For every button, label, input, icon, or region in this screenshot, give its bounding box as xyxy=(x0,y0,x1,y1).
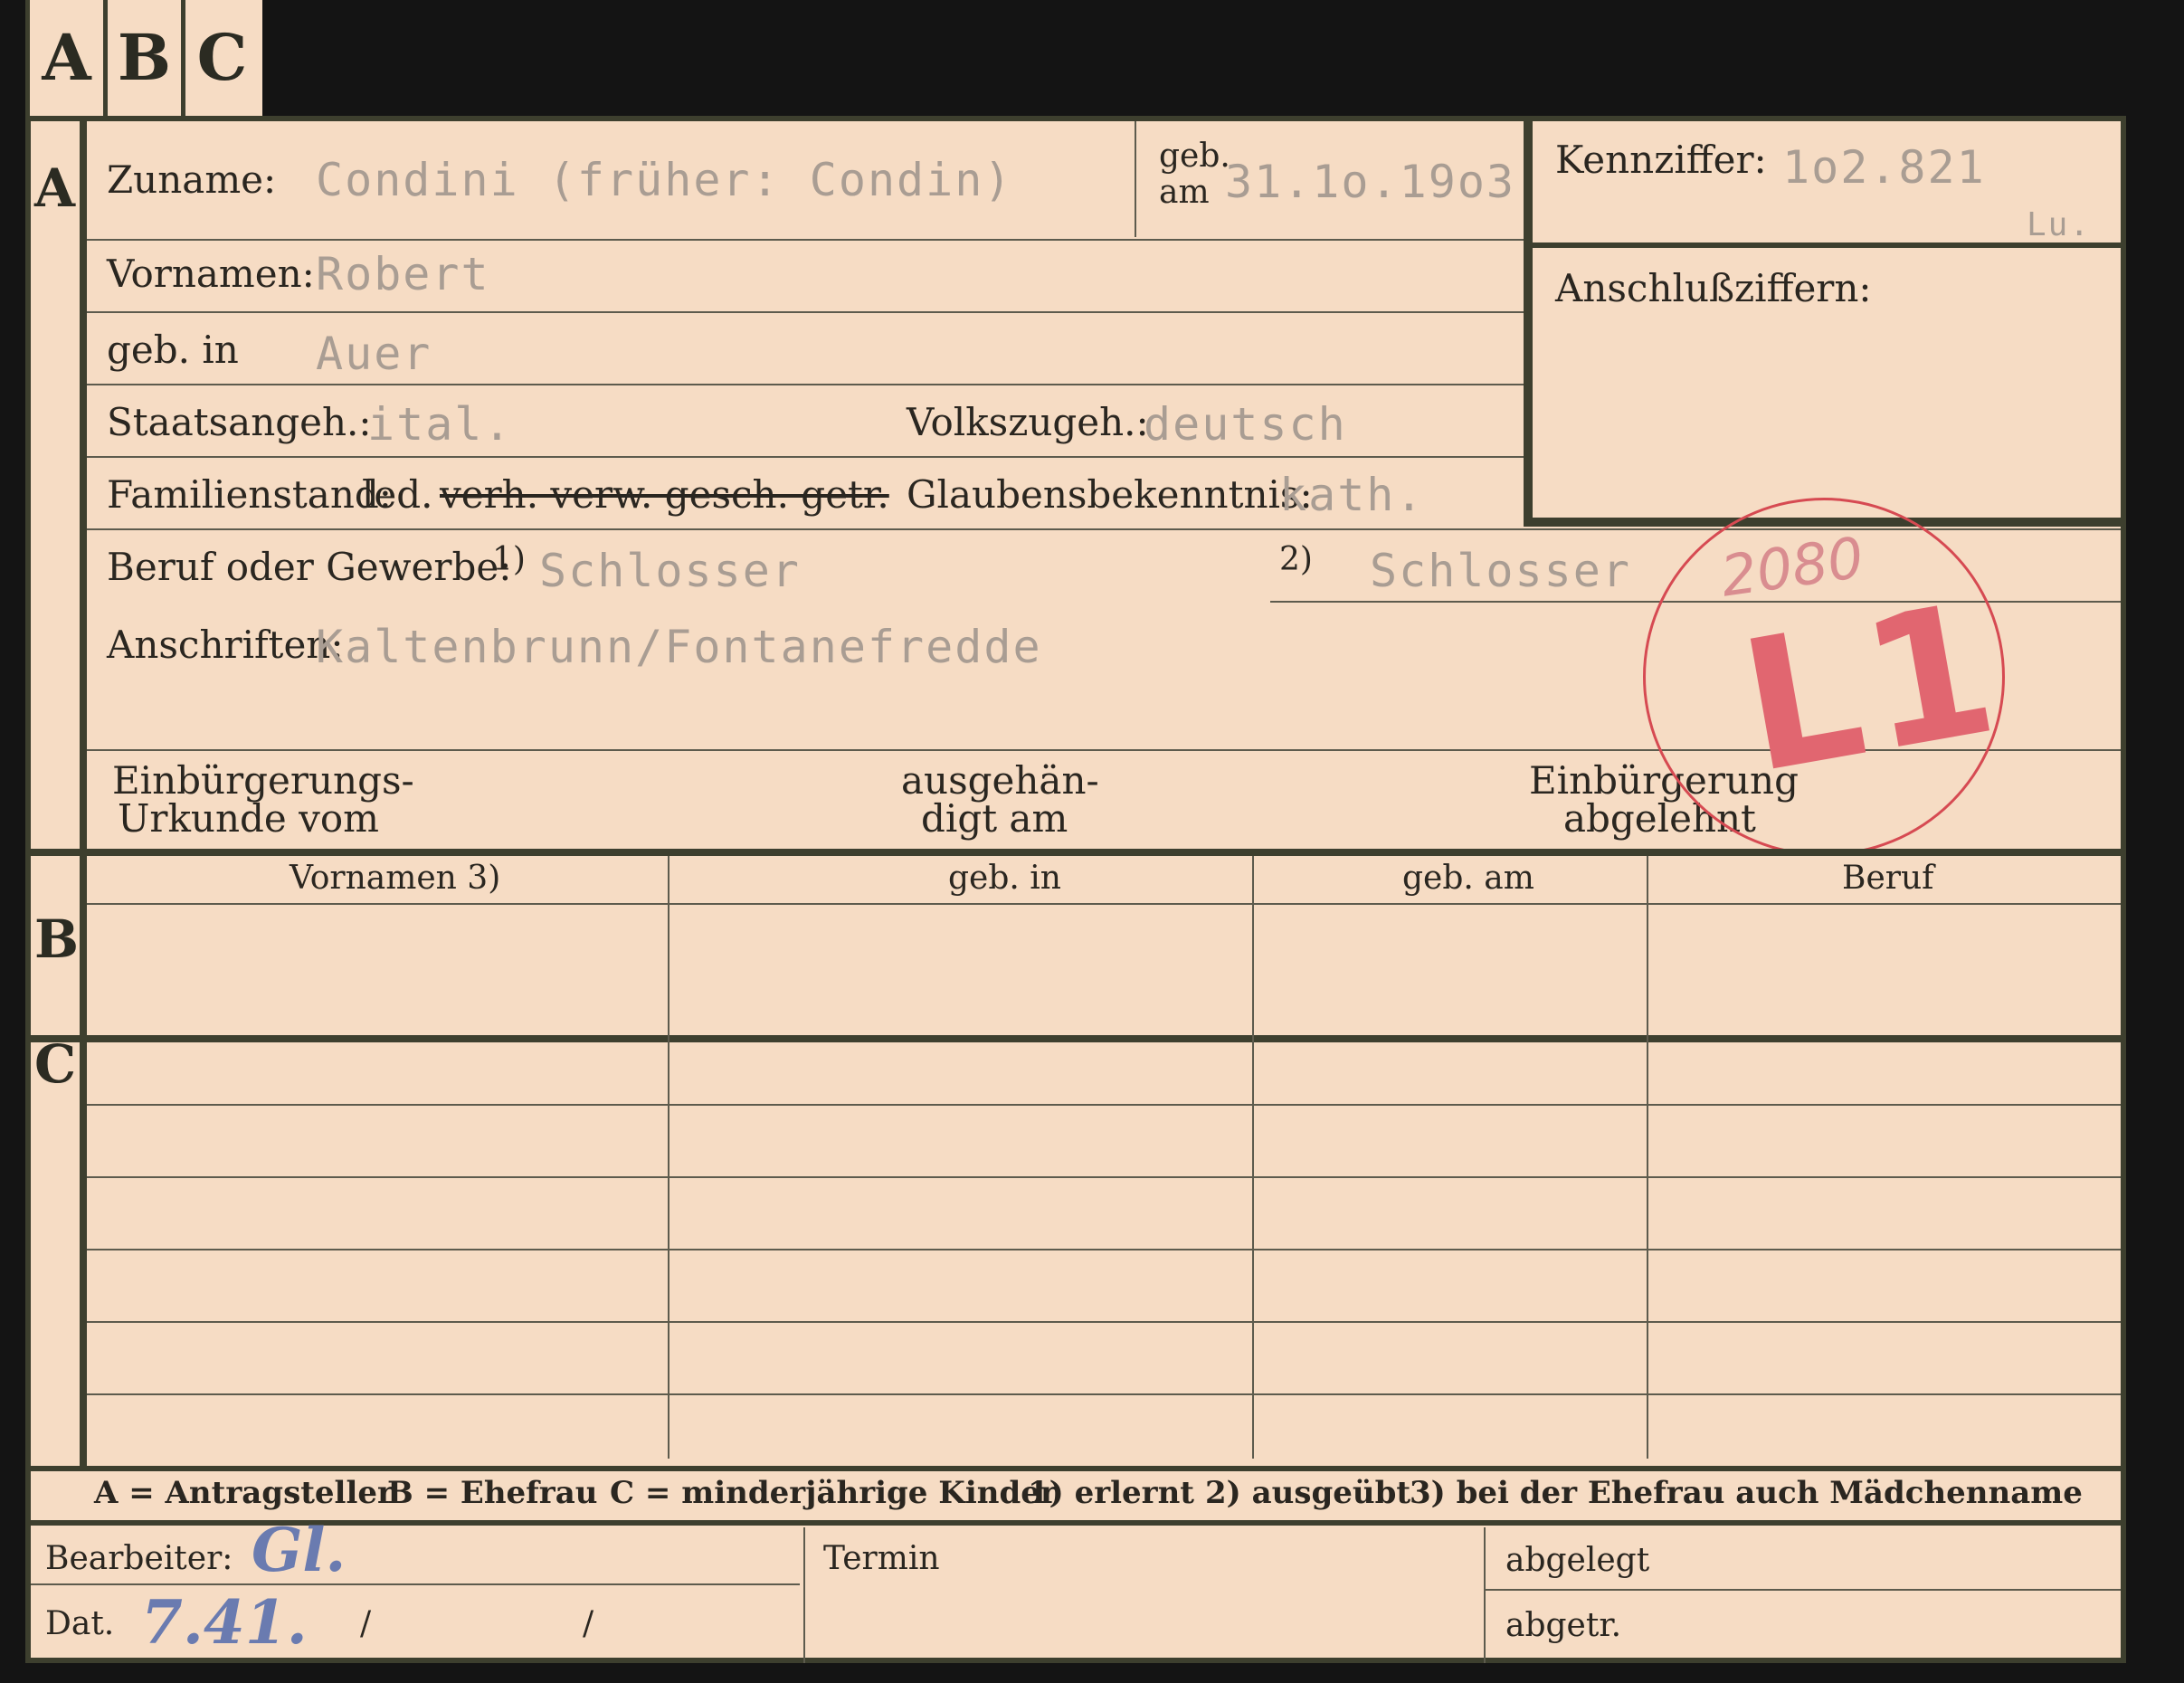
family-status-selected: led. xyxy=(362,472,433,517)
section-b-top xyxy=(31,849,2121,856)
col-divider-3 xyxy=(1647,856,1648,1459)
anschluss-label: Anschlußziffern: xyxy=(1555,266,1872,310)
legend-a: A = Antragsteller xyxy=(94,1475,394,1511)
legend-top xyxy=(31,1466,2121,1471)
legend-n2: 2) ausgeübt xyxy=(1205,1475,1411,1511)
kennziffer-label: Kennziffer: xyxy=(1555,138,1767,182)
section-letter-c: C xyxy=(34,1033,77,1095)
c-row-line-4 xyxy=(87,1321,2121,1323)
c-row-line-1 xyxy=(87,1104,2121,1106)
occupation-label: Beruf oder Gewerbe: xyxy=(107,545,512,589)
addresses-value[interactable]: Kaltenbrunn/Fontanefredde xyxy=(316,621,1042,673)
header-line xyxy=(87,903,2121,905)
filed-divider xyxy=(1484,1527,1486,1663)
occupation-mark-1: 1) xyxy=(492,541,526,578)
section-c-top xyxy=(31,1035,2121,1042)
c-row-line-2 xyxy=(87,1176,2121,1178)
stamp-code: L1 xyxy=(1727,562,2017,814)
first-names-value[interactable]: Robert xyxy=(316,248,490,300)
section-letter-b: B xyxy=(34,908,80,970)
row-line-3 xyxy=(87,384,1524,385)
family-status-struck: verh. verw. gesch. getr. xyxy=(440,472,889,517)
family-status-label: Familienstand: xyxy=(107,472,392,517)
header-born-on: geb. am xyxy=(1402,860,1534,897)
surname-label: Zuname: xyxy=(107,157,277,202)
row-line-4 xyxy=(87,456,1524,458)
citizenship-value[interactable]: ital. xyxy=(367,398,513,451)
occupation-value-2[interactable]: Schlosser xyxy=(1370,545,1631,597)
tab-a[interactable]: A xyxy=(25,0,103,116)
surname-value[interactable]: Condini (früher: Condin) xyxy=(316,154,1012,206)
col-divider-2 xyxy=(1252,856,1254,1459)
born-on-label-1: geb. xyxy=(1159,138,1230,175)
kennziffer-value[interactable]: 1o2.821 xyxy=(1782,141,1986,194)
born-in-value[interactable]: Auer xyxy=(316,328,432,380)
occupation-mark-2: 2) xyxy=(1279,541,1313,578)
registration-card: A B C Kennziffer: 1o2.821 Lu. Anschlußzi… xyxy=(25,116,2126,1663)
naturalization-cert-2: Urkunde vom xyxy=(118,796,379,841)
kennziffer-suffix: Lu. xyxy=(2027,206,2092,243)
born-in-label: geb. in xyxy=(107,328,239,372)
processor-label: Bearbeiter: xyxy=(45,1540,233,1577)
religion-label: Glaubensbekenntnis: xyxy=(907,472,1313,517)
header-occupation: Beruf xyxy=(1842,860,1934,897)
extracted-label: abgetr. xyxy=(1505,1607,1622,1644)
processor-line xyxy=(31,1583,800,1585)
deadline-divider xyxy=(803,1527,805,1663)
handed-out-2: digt am xyxy=(921,796,1068,841)
first-names-label: Vornamen: xyxy=(107,252,315,296)
filed-label: abgelegt xyxy=(1505,1542,1650,1579)
header-first-names: Vornamen 3) xyxy=(290,860,501,897)
tab-c[interactable]: C xyxy=(181,0,259,116)
born-on-value[interactable]: 31.1o.19o3 xyxy=(1225,156,1515,208)
born-on-divider xyxy=(1135,121,1136,237)
citizenship-label: Staatsangeh.: xyxy=(107,400,372,444)
date-separator-2: / xyxy=(583,1605,594,1642)
header-born-in: geb. in xyxy=(948,860,1061,897)
processor-value[interactable]: Gl. xyxy=(252,1515,346,1585)
row-line-1 xyxy=(87,239,1524,241)
legend-b: B = Ehefrau xyxy=(387,1475,598,1511)
addresses-label: Anschriften: xyxy=(107,623,344,667)
filed-line xyxy=(1484,1589,2121,1591)
tab-b[interactable]: B xyxy=(103,0,181,116)
c-row-line-3 xyxy=(87,1249,2121,1250)
legend-n1: 1) erlernt xyxy=(1028,1475,1195,1511)
deadline-label: Termin xyxy=(823,1540,940,1577)
ethnicity-value[interactable]: deutsch xyxy=(1144,398,1347,451)
ethnicity-label: Volkszugeh.: xyxy=(907,400,1149,444)
section-letter-a: A xyxy=(34,157,76,219)
tab-strip: A B C xyxy=(25,0,262,116)
legend-n3: 3) bei der Ehefrau auch Mädchenname xyxy=(1410,1475,2083,1511)
occupation-value-1[interactable]: Schlosser xyxy=(539,545,801,597)
religion-value[interactable]: kath. xyxy=(1279,469,1425,521)
col-divider-1 xyxy=(668,856,669,1459)
born-on-label-2: am xyxy=(1159,174,1210,211)
date-value[interactable]: 7.41. xyxy=(141,1587,308,1658)
legend-c: C = minderjährige Kinder xyxy=(610,1475,1057,1511)
row-line-2 xyxy=(87,311,1524,313)
c-row-line-5 xyxy=(87,1393,2121,1395)
date-separator-1: / xyxy=(360,1605,372,1642)
section-rail xyxy=(80,121,87,1469)
date-label: Dat. xyxy=(45,1605,115,1642)
